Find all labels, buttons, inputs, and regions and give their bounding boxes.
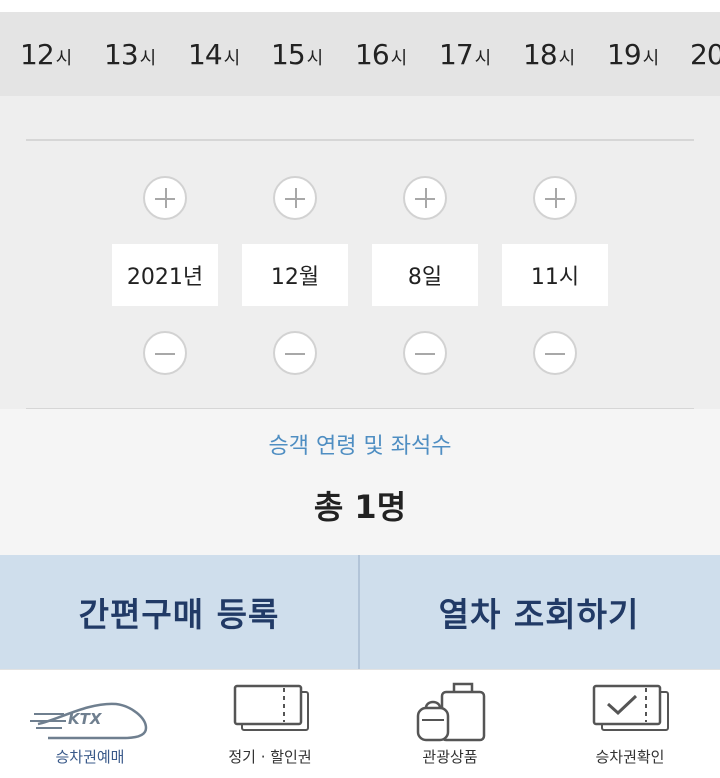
hour-decrement-button[interactable]: [533, 331, 577, 375]
luggage-icon: [414, 680, 490, 748]
day-value: 8일: [372, 244, 478, 306]
tab-tour-products[interactable]: 관광상품: [360, 672, 540, 778]
month-decrement-button[interactable]: [273, 331, 317, 375]
top-strip: [0, 0, 720, 12]
day-decrement-button[interactable]: [403, 331, 447, 375]
hour-option[interactable]: 19 시: [607, 38, 659, 71]
ktx-train-icon: KTX: [28, 680, 152, 748]
hour-option[interactable]: 20시: [690, 38, 720, 71]
tab-commuter-discount[interactable]: 정기 · 할인권: [180, 672, 360, 778]
year-decrement-button[interactable]: [143, 331, 187, 375]
year-value: 2021년: [112, 244, 218, 306]
tab-ticket-check[interactable]: 승차권확인: [540, 672, 720, 778]
month-value: 12월: [242, 244, 348, 306]
picker-top-divider: [26, 139, 694, 141]
hour-increment-button[interactable]: [533, 176, 577, 220]
hour-option[interactable]: 16 시: [355, 38, 407, 71]
train-search-button[interactable]: 열차 조회하기: [360, 555, 718, 669]
hour-scroller[interactable]: 12시 13시 14시 15시 16시 17시 18시 19시 20시: [0, 12, 720, 96]
tab-label: 관광상품: [422, 748, 478, 766]
passenger-total[interactable]: 총 1명: [0, 482, 720, 528]
datetime-picker: [0, 96, 720, 409]
hour-option[interactable]: 18 시: [523, 38, 575, 71]
tab-label: 정기 · 할인권: [228, 748, 312, 766]
tab-ticket-reservation[interactable]: KTX 승차권예매: [0, 672, 180, 778]
quick-purchase-register-button[interactable]: 간편구매 등록: [0, 555, 358, 669]
ticket-icon: [232, 680, 312, 742]
hour-option[interactable]: 15 시: [271, 38, 323, 71]
hour-option[interactable]: 12 시: [20, 38, 72, 71]
month-increment-button[interactable]: [273, 176, 317, 220]
tab-label: 승차권예매: [55, 748, 125, 766]
tab-label: 승차권확인: [595, 748, 665, 766]
ticket-check-icon: [590, 680, 674, 742]
passenger-label[interactable]: 승객 연령 및 좌석수: [0, 428, 720, 460]
day-increment-button[interactable]: [403, 176, 447, 220]
hour-option[interactable]: 17 시: [439, 38, 491, 71]
svg-text:KTX: KTX: [68, 710, 103, 728]
hour-value: 11시: [502, 244, 608, 306]
hour-option[interactable]: 13 시: [104, 38, 156, 71]
year-increment-button[interactable]: [143, 176, 187, 220]
hour-option[interactable]: 14 시: [188, 38, 240, 71]
